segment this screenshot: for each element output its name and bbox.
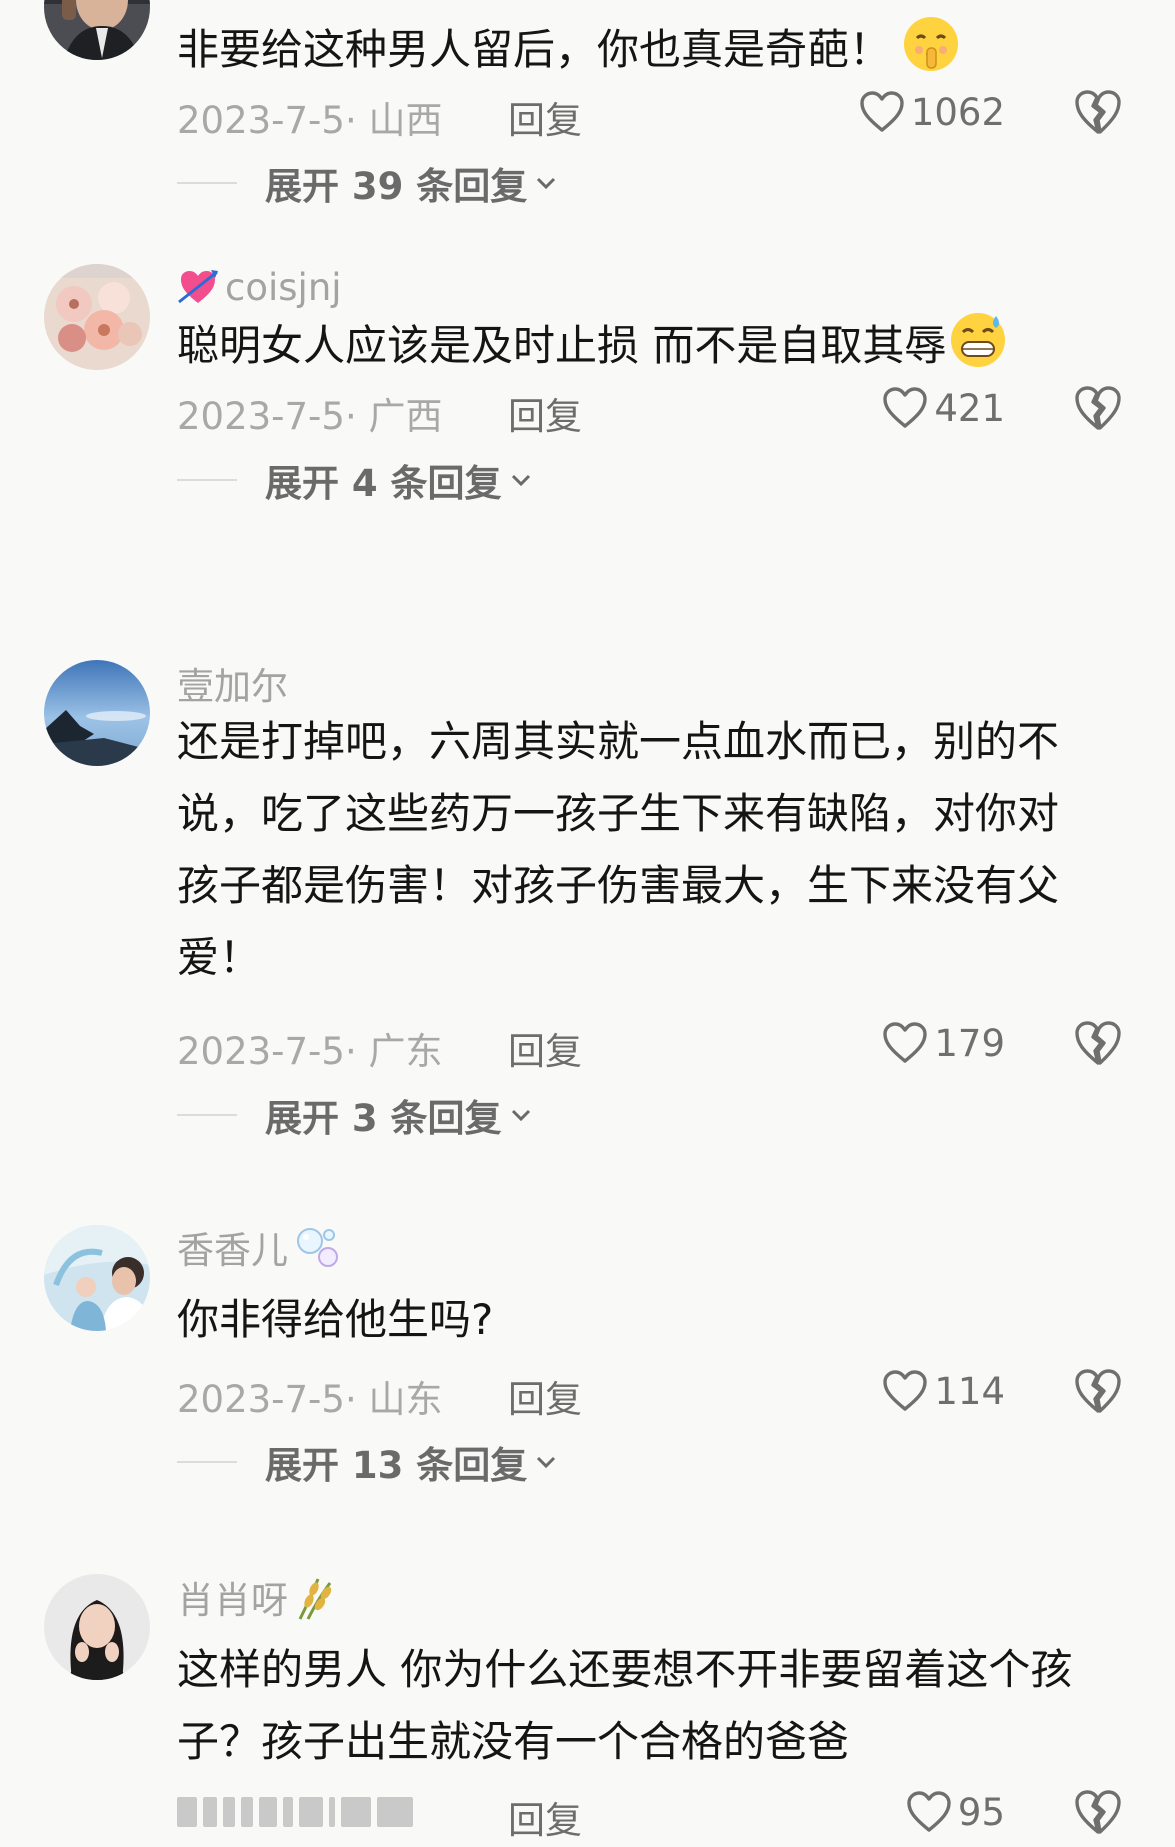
expand-replies[interactable]: 展开 39 条回复: [177, 158, 559, 208]
divider: [177, 479, 237, 481]
heart-icon: [860, 91, 904, 132]
expand-replies[interactable]: 展开 4 条回复: [177, 455, 534, 505]
like-button[interactable]: 179: [882, 1017, 1005, 1069]
grinning-sweat-face-emoji: [948, 310, 1008, 370]
chevron-down-icon: [537, 177, 556, 190]
expand-replies[interactable]: 展开 13 条回复: [177, 1437, 559, 1487]
chevron-down-icon: [511, 1109, 530, 1122]
shushing-face-emoji: [901, 14, 961, 74]
like-count: 179: [934, 1021, 1005, 1065]
username[interactable]: 肖肖呀: [177, 1570, 288, 1624]
username-row: coisjnj: [177, 262, 342, 312]
comment-meta-row: 2023-7-5· 广西 回复 421: [0, 380, 1175, 438]
divider: [177, 1114, 237, 1116]
like-count: 95: [957, 1790, 1005, 1834]
rice-ear-icon: [294, 1573, 340, 1621]
dislike-button[interactable]: [1073, 88, 1123, 136]
like-button[interactable]: 1062: [859, 86, 1005, 138]
chevron-down-icon: [537, 1456, 556, 1469]
comment-text: 还是打掉吧，六周其实就一点血水而已，别的不说，吃了这些药万一孩子生下来有缺陷，对…: [177, 717, 1060, 982]
username[interactable]: 壹加尔: [177, 656, 288, 710]
chevron-down-icon: [511, 474, 530, 487]
avatar[interactable]: [44, 1225, 150, 1331]
comment-text: 你非得给他生吗?: [177, 1295, 494, 1344]
comment-date-location: 2023-7-5· 广东: [177, 1030, 443, 1073]
like-button[interactable]: 95: [906, 1786, 1005, 1838]
avatar[interactable]: [44, 264, 150, 370]
comment-text: 聪明女人应该是及时止损 而不是自取其辱: [177, 310, 1097, 382]
broken-heart-icon: [1075, 1369, 1121, 1413]
comment-meta-row: 回复 95: [0, 1784, 1175, 1842]
comment-meta-row: 2023-7-5· 山西 回复 1062: [0, 84, 1175, 142]
comment-meta-row: 2023-7-5· 山东 回复 114: [0, 1363, 1175, 1421]
blurred-date-location: [177, 1794, 467, 1830]
reply-button[interactable]: 回复: [508, 1790, 582, 1844]
like-button[interactable]: 421: [882, 382, 1005, 434]
heart-icon: [883, 387, 928, 428]
broken-heart-icon: [1075, 386, 1121, 430]
dislike-button[interactable]: [1073, 1788, 1123, 1836]
broken-heart-icon: [1075, 1790, 1121, 1834]
broken-heart-icon: [1075, 90, 1121, 134]
username-row: 香香儿: [177, 1222, 342, 1272]
bubbles-icon: [294, 1223, 342, 1271]
dislike-button[interactable]: [1073, 1367, 1123, 1415]
heart-icon: [883, 1022, 928, 1063]
username[interactable]: coisjnj: [225, 266, 342, 309]
expand-replies[interactable]: 展开 3 条回复: [177, 1090, 534, 1140]
heart-icon: [883, 1370, 928, 1411]
like-count: 421: [934, 386, 1005, 430]
avatar[interactable]: [44, 0, 150, 60]
heart-with-arrow-icon: [177, 266, 219, 308]
divider: [177, 182, 237, 184]
comment-date-location: 2023-7-5· 山东: [177, 1378, 443, 1421]
like-count: 1062: [910, 90, 1005, 134]
heart-icon: [907, 1791, 951, 1832]
divider: [177, 1461, 237, 1463]
reply-button[interactable]: 回复: [508, 1369, 582, 1423]
like-count: 114: [934, 1369, 1005, 1413]
reply-button[interactable]: 回复: [508, 90, 582, 144]
comment-meta-row: 2023-7-5· 广东 回复 179: [0, 1015, 1175, 1073]
dislike-button[interactable]: [1073, 1019, 1123, 1067]
username-row: 肖肖呀: [177, 1572, 340, 1622]
comment-date-location: 2023-7-5· 广西: [177, 395, 443, 438]
username[interactable]: 香香儿: [177, 1220, 288, 1274]
avatar[interactable]: [44, 660, 150, 766]
dislike-button[interactable]: [1073, 384, 1123, 432]
reply-button[interactable]: 回复: [508, 386, 582, 440]
comment-text: 非要给这种男人留后，你也真是奇葩！: [177, 14, 1097, 86]
broken-heart-icon: [1075, 1021, 1121, 1065]
comment-text: 这样的男人 你为什么还要想不开非要留着这个孩子？孩子出生就没有一个合格的爸爸: [177, 1645, 1073, 1766]
username-row: 壹加尔: [177, 658, 288, 708]
like-button[interactable]: 114: [882, 1365, 1005, 1417]
avatar[interactable]: [44, 1574, 150, 1680]
reply-button[interactable]: 回复: [508, 1021, 582, 1075]
comment-date-location: 2023-7-5· 山西: [177, 99, 443, 142]
